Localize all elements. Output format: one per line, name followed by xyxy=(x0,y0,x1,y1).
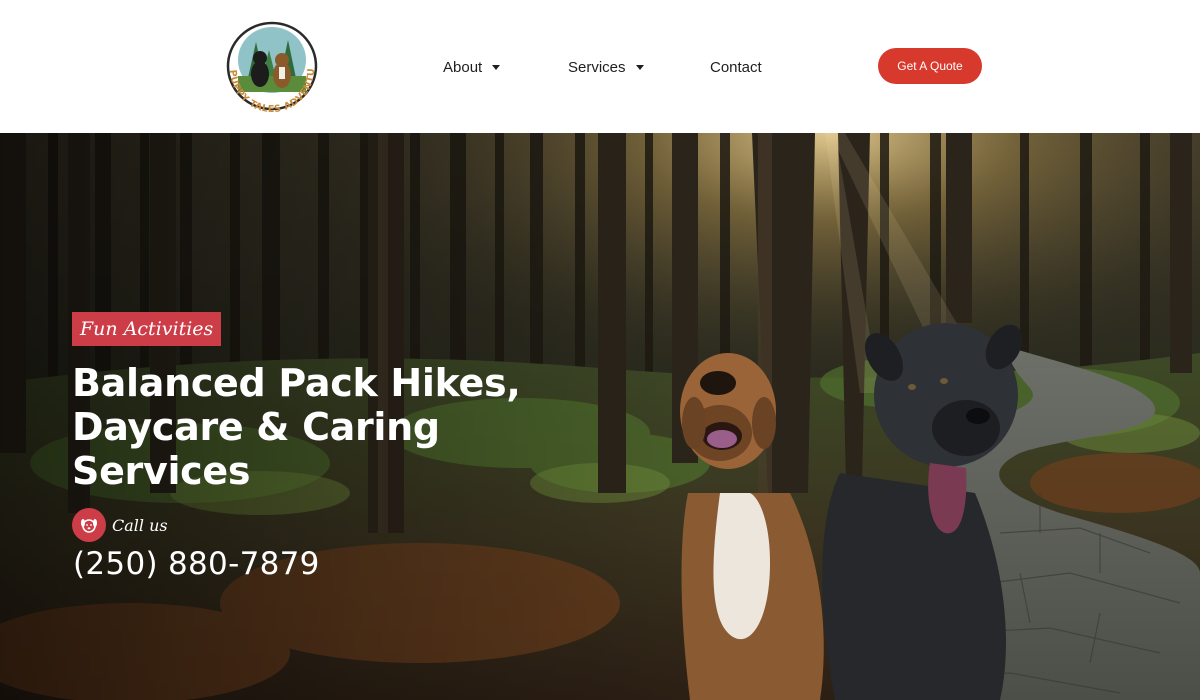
call-us-link[interactable]: Call us xyxy=(72,508,168,542)
site-logo[interactable]: PUPPY TALES ADVENTURES xyxy=(218,12,322,115)
get-a-quote-button[interactable]: Get A Quote xyxy=(878,48,982,84)
nav-services[interactable]: Services xyxy=(568,56,644,78)
chevron-down-icon xyxy=(492,64,501,70)
hero-section: Fun Activities Balanced Pack Hikes, Dayc… xyxy=(0,133,1200,700)
nav-about-label: About xyxy=(443,58,483,76)
dog-face-icon xyxy=(72,508,106,542)
nav-services-label: Services xyxy=(568,58,626,76)
chevron-down-icon xyxy=(635,64,644,70)
hero-badge: Fun Activities xyxy=(72,312,222,346)
site-header: PUPPY TALES ADVENTURES About Services Co… xyxy=(0,0,1200,133)
hero-headline: Balanced Pack Hikes, Daycare & Caring Se… xyxy=(72,361,521,493)
nav-contact-label: Contact xyxy=(710,58,762,76)
phone-number[interactable]: (250) 880-7879 xyxy=(73,546,320,582)
nav-about[interactable]: About xyxy=(443,56,501,78)
call-us-label: Call us xyxy=(112,515,168,535)
nav-contact[interactable]: Contact xyxy=(710,56,762,78)
